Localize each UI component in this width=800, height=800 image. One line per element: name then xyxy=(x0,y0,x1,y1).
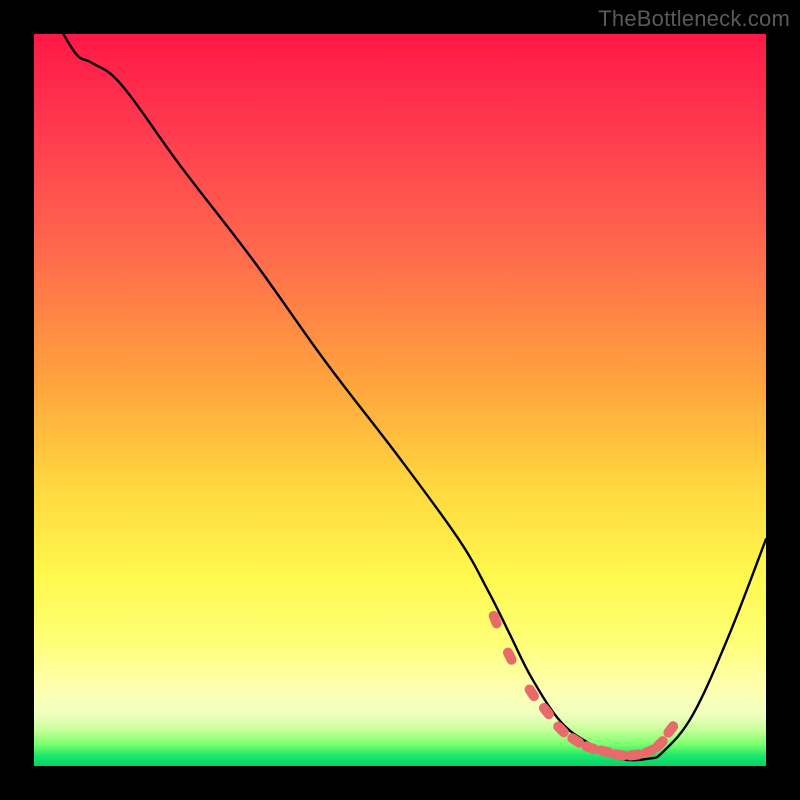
chart-frame: TheBottleneck.com xyxy=(0,0,800,800)
bottleneck-curve-path xyxy=(63,34,766,760)
highlight-markers xyxy=(487,609,680,761)
chart-svg xyxy=(34,34,766,766)
watermark-text: TheBottleneck.com xyxy=(598,6,790,32)
highlight-dot xyxy=(523,683,541,704)
highlight-dot xyxy=(487,609,503,629)
